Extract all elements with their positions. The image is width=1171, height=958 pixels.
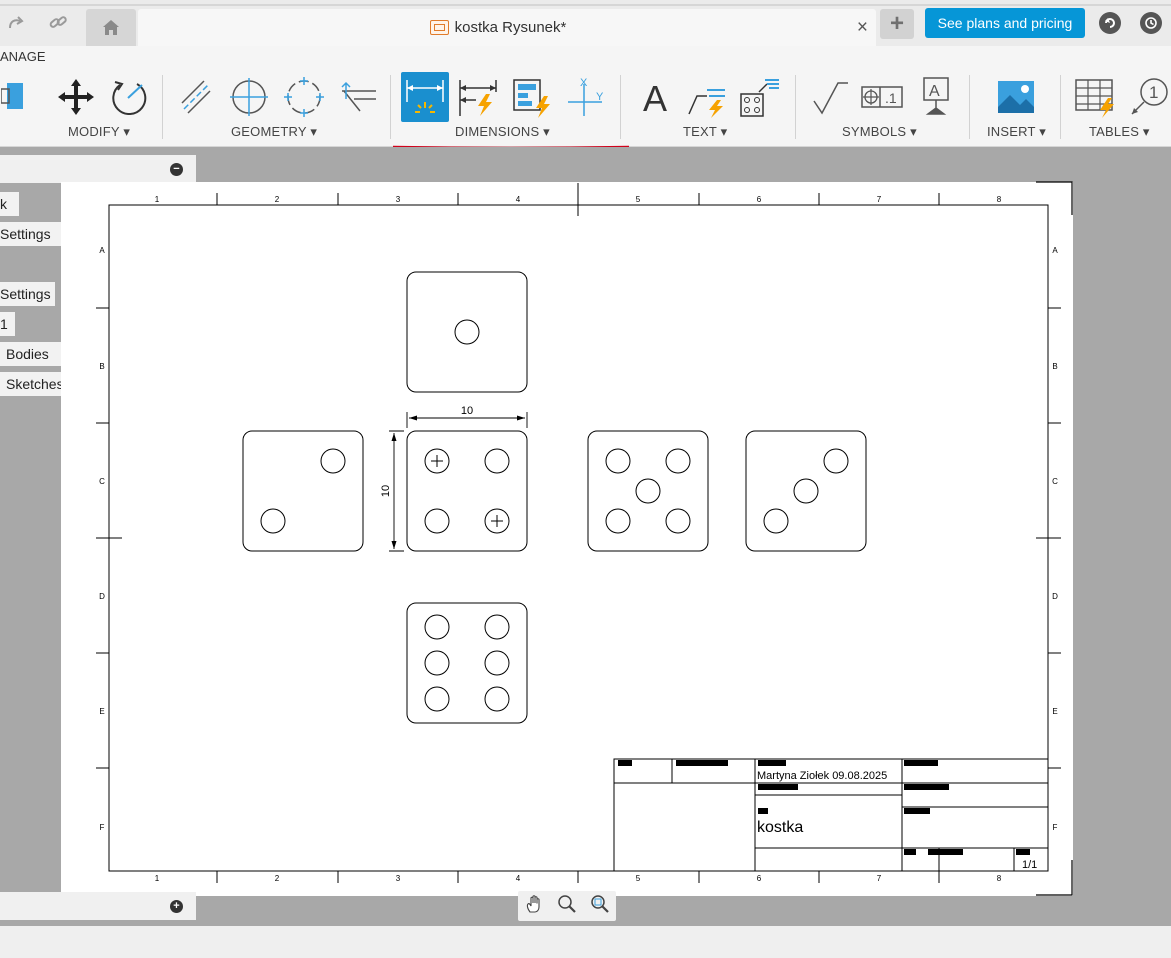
zone-col-label: 5: [636, 874, 641, 883]
dimension-width-label: 10: [461, 405, 473, 417]
zone-col-label: 5: [636, 195, 641, 204]
expand-comments-icon[interactable]: +: [170, 900, 183, 913]
die-face-five: [587, 430, 709, 552]
zone-col-label: 3: [396, 195, 401, 204]
zone-col-label: 7: [877, 874, 882, 883]
die-pip: [424, 686, 450, 712]
pan-icon[interactable]: [524, 894, 544, 919]
drawing-svg: 1 2 3 4 5 6 7 8 1 2 3 4 5 6 7 8 A B C D …: [96, 181, 1073, 896]
zone-col-label: 6: [757, 195, 762, 204]
zone-col-label: 8: [997, 195, 1002, 204]
die-pip: [484, 448, 510, 474]
die-pip: [665, 508, 691, 534]
die-pip: [635, 478, 661, 504]
zone-row-label: E: [1052, 707, 1057, 716]
zone-row-label: C: [1052, 477, 1058, 486]
zone-ticks: [96, 183, 1061, 883]
die-views: [242, 271, 867, 724]
die-pip: [793, 478, 819, 504]
sheet-number-text: 1/1: [1022, 859, 1037, 871]
zone-col-label: 6: [757, 874, 762, 883]
die-face-one: [406, 271, 528, 393]
die-pip: [605, 508, 631, 534]
zone-row-label: E: [99, 707, 104, 716]
zone-row-label: F: [100, 823, 105, 832]
die-pip: [484, 650, 510, 676]
die-pip: [484, 686, 510, 712]
die-pip: [823, 448, 849, 474]
sheet-border: [108, 204, 1049, 872]
dimension-lines: [389, 412, 528, 552]
dimension-arrows: [391, 415, 525, 549]
zone-row-label: A: [1052, 246, 1058, 255]
die-pip: [454, 319, 480, 345]
zone-row-label: B: [99, 362, 104, 371]
dimension-height-label: 10: [380, 485, 392, 497]
navigation-bar: [518, 891, 616, 921]
zone-row-label: B: [1052, 362, 1057, 371]
browser-panel-footer: +: [0, 892, 196, 920]
die-pip: [320, 448, 346, 474]
zone-col-label: 2: [275, 195, 280, 204]
die-face-four: [406, 430, 528, 552]
zone-col-label: 4: [516, 874, 521, 883]
zone-row-label: D: [1052, 592, 1058, 601]
part-name-text: kostka: [757, 819, 803, 836]
die-pip: [484, 614, 510, 640]
status-bar: [0, 926, 1171, 958]
die-pip: [665, 448, 691, 474]
zone-col-label: 1: [155, 874, 160, 883]
die-pip: [260, 508, 286, 534]
center-marks: [431, 455, 503, 527]
die-pip: [763, 508, 789, 534]
zone-row-label: A: [99, 246, 105, 255]
zone-row-label: D: [99, 592, 105, 601]
zone-row-label: F: [1053, 823, 1058, 832]
die-pip: [424, 508, 450, 534]
die-pip: [424, 614, 450, 640]
zone-col-label: 4: [516, 195, 521, 204]
zone-col-label: 8: [997, 874, 1002, 883]
zone-col-label: 2: [275, 874, 280, 883]
author-date-text: Martyna Ziołek 09.08.2025: [757, 770, 887, 782]
die-face-three: [745, 430, 867, 552]
zoom-window-icon[interactable]: [590, 894, 610, 919]
zone-col-label: 3: [396, 874, 401, 883]
zoom-icon[interactable]: [557, 894, 577, 919]
die-pip: [605, 448, 631, 474]
die-face-two: [242, 430, 364, 552]
zone-row-label: C: [99, 477, 105, 486]
zone-col-label: 7: [877, 195, 882, 204]
zone-col-label: 1: [155, 195, 160, 204]
die-pip: [424, 650, 450, 676]
